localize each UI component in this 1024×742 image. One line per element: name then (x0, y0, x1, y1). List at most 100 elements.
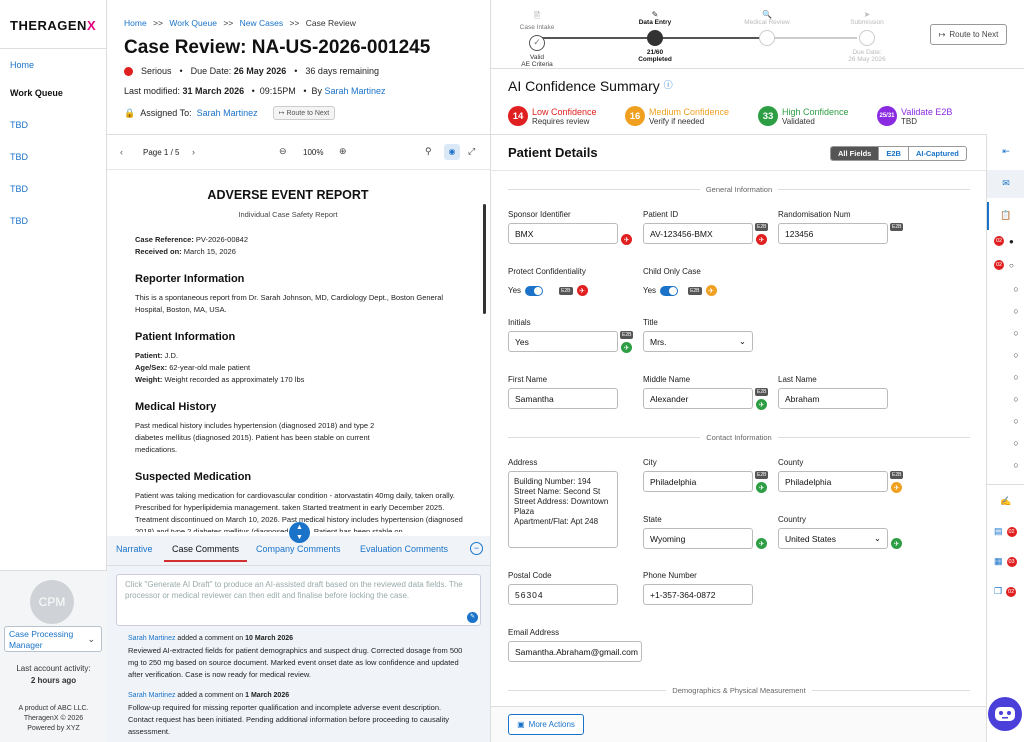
collapse-panel-icon[interactable]: ⇤ (987, 146, 1024, 157)
clipboard-icon[interactable]: 📋 (987, 210, 1024, 221)
high-confidence-icon[interactable]: ✈ (756, 538, 767, 549)
scrollbar-thumb[interactable] (483, 204, 486, 314)
middle-name-field[interactable]: Alexander (643, 388, 753, 409)
weight-value: Weight recorded as approximately 170 lbs (164, 375, 305, 384)
comment-input[interactable]: Click "Generate AI Draft" to produce an … (116, 574, 481, 626)
expand-icon[interactable]: ⤢ (468, 146, 475, 157)
ai-draft-icon[interactable]: ✎ (467, 612, 478, 623)
sponsor-id-field[interactable]: BMX (508, 223, 618, 244)
more-actions-button[interactable]: ▣ More Actions (508, 714, 584, 735)
address-field[interactable]: Building Number: 194 Street Name: Second… (508, 471, 618, 548)
modified-by-link[interactable]: Sarah Martinez (325, 86, 386, 96)
zoom-out-icon[interactable]: ⊖ (279, 146, 287, 157)
ring-icon[interactable]: ○ (997, 328, 1024, 338)
sidebar-item-home[interactable]: Home (10, 60, 34, 70)
ring-icon[interactable]: ○ (997, 438, 1024, 448)
comment-author[interactable]: Sarah Martinez (128, 692, 175, 699)
ring-icon[interactable]: ○ (997, 306, 1024, 316)
filter-ai-captured[interactable]: AI-Captured (907, 147, 966, 160)
step-medical-review[interactable]: 🔍 Medical Review (737, 10, 797, 46)
route-to-next-small-button[interactable]: ↦ Route to Next (272, 106, 336, 120)
right-rail: ⇤ ✉ 📋 02 ● 02 ○ ○ ○ ○ ○ ○ ○ ○ ○ ○ ✍ ▤ 02 ▦ 0… (986, 134, 1024, 742)
confidence-medium[interactable]: 16 Medium Confidence Verify if needed (625, 106, 729, 126)
prev-page-icon[interactable]: ‹ (120, 147, 123, 157)
zoom-in-icon[interactable]: ⊕ (339, 146, 347, 157)
rail-doc-row[interactable]: ▦ 03 (994, 556, 1017, 567)
brand-logo[interactable]: THERAGENX (10, 18, 96, 33)
high-confidence-icon[interactable]: ✈ (621, 342, 632, 353)
state-field[interactable]: Wyoming (643, 528, 753, 549)
tab-company-comments[interactable]: Company Comments (256, 544, 341, 554)
step-data-entry[interactable]: ✎ Data Entry 21/60 Completed (625, 10, 685, 63)
sidebar-item-tbd-4[interactable]: TBD (10, 216, 28, 226)
sidebar-item-tbd-2[interactable]: TBD (10, 152, 28, 162)
breadcrumb-work-queue[interactable]: Work Queue (169, 18, 217, 28)
step-status-2: AE Criteria (521, 61, 553, 68)
rail-doc-row[interactable]: ❐ 02 (994, 586, 1017, 597)
medium-confidence-icon[interactable]: ✈ (705, 285, 717, 296)
ring-icon[interactable]: ○ (997, 460, 1024, 470)
initials-field[interactable]: Yes (508, 331, 618, 352)
ring-icon[interactable]: ○ (997, 416, 1024, 426)
protect-toggle[interactable] (525, 285, 544, 296)
role-select[interactable]: Case Processing Manager ⌄ (4, 626, 102, 652)
high-confidence-icon[interactable]: ✈ (756, 482, 767, 493)
county-field[interactable]: Philadelphia (778, 471, 888, 492)
comment-author[interactable]: Sarah Martinez (128, 635, 175, 642)
first-name-field[interactable]: Samantha (508, 388, 618, 409)
ring-icon[interactable]: ○ (997, 394, 1024, 404)
validate-e2b[interactable]: 25/31 Validate E2B TBD (877, 106, 952, 126)
country-select[interactable]: United States ⌄ (778, 528, 888, 549)
high-confidence-icon[interactable]: ✈ (756, 399, 767, 410)
last-name-field[interactable]: Abraham (778, 388, 888, 409)
sidebar-item-tbd-3[interactable]: TBD (10, 184, 28, 194)
signature-icon[interactable]: ✍ (987, 496, 1024, 507)
title-select[interactable]: Mrs. ⌄ (643, 331, 753, 352)
collapse-icon[interactable]: − (470, 542, 483, 555)
child-only-toggle[interactable] (660, 285, 679, 296)
postal-code-field[interactable]: 56304 (508, 584, 618, 605)
confidence-high[interactable]: 33 High Confidence Validated (758, 106, 849, 126)
ring-icon[interactable]: ○ (997, 284, 1024, 294)
randomisation-field[interactable]: 123456 (778, 223, 888, 244)
tab-narrative[interactable]: Narrative (116, 544, 153, 554)
eye-icon[interactable]: ◉ (444, 144, 460, 160)
rail-marker-row[interactable]: 02 ● (994, 236, 1014, 246)
assignee-link[interactable]: Sarah Martinez (197, 108, 258, 118)
route-to-next-button[interactable]: ↦ Route to Next (930, 24, 1007, 45)
breadcrumb-home[interactable]: Home (124, 18, 147, 28)
protect-toggle-row: Yes E2B ✈ (508, 285, 588, 296)
confidence-low[interactable]: 14 Low Confidence Requires review (508, 106, 597, 126)
rail-marker-row[interactable]: 02 ○ (994, 260, 1014, 270)
low-confidence-icon[interactable]: ✈ (756, 234, 767, 245)
low-confidence-icon[interactable]: ✈ (621, 234, 632, 245)
filter-e2b[interactable]: E2B (878, 147, 908, 160)
email-field[interactable]: Samantha.Abraham@gmail.com (508, 641, 642, 662)
sidebar-item-tbd-1[interactable]: TBD (10, 120, 28, 130)
tab-case-comments[interactable]: Case Comments (164, 544, 248, 562)
step-case-intake[interactable]: 🖹 Case Intake ✓ Valid AE Criteria (507, 10, 567, 68)
ring-icon[interactable]: ○ (997, 372, 1024, 382)
ring-icon[interactable]: ○ (997, 350, 1024, 360)
patient-id-field[interactable]: AV-123456-BMX (643, 223, 753, 244)
sidebar-item-work-queue[interactable]: Work Queue (10, 88, 63, 98)
filter-all-fields[interactable]: All Fields (831, 147, 879, 160)
next-page-icon[interactable]: › (192, 147, 195, 157)
resize-handle-icon[interactable]: ▲ ▼ (289, 522, 310, 543)
low-confidence-icon[interactable]: ✈ (576, 285, 588, 296)
chatbot-icon[interactable] (988, 697, 1022, 731)
step-submission[interactable]: ➤ Submission Due Date: 26 May 2026 (837, 10, 897, 63)
city-field[interactable]: Philadelphia (643, 471, 753, 492)
search-icon[interactable]: ⚲ (425, 146, 432, 157)
patient-id-value: AV-123456-BMX (650, 228, 713, 239)
phone-field[interactable]: +1-357-364-0872 (643, 584, 753, 605)
chat-icon[interactable]: ✉ (987, 178, 1024, 189)
breadcrumb-new-cases[interactable]: New Cases (240, 18, 283, 28)
info-icon[interactable]: ⓘ (664, 80, 673, 90)
avatar[interactable]: CPM (30, 580, 74, 624)
medium-confidence-icon[interactable]: ✈ (891, 482, 902, 493)
tab-evaluation-comments[interactable]: Evaluation Comments (360, 544, 448, 554)
rail-doc-row[interactable]: ▤ 02 (994, 526, 1017, 537)
email-value: Samantha.Abraham@gmail.com (515, 646, 638, 657)
high-confidence-icon[interactable]: ✈ (891, 538, 902, 549)
